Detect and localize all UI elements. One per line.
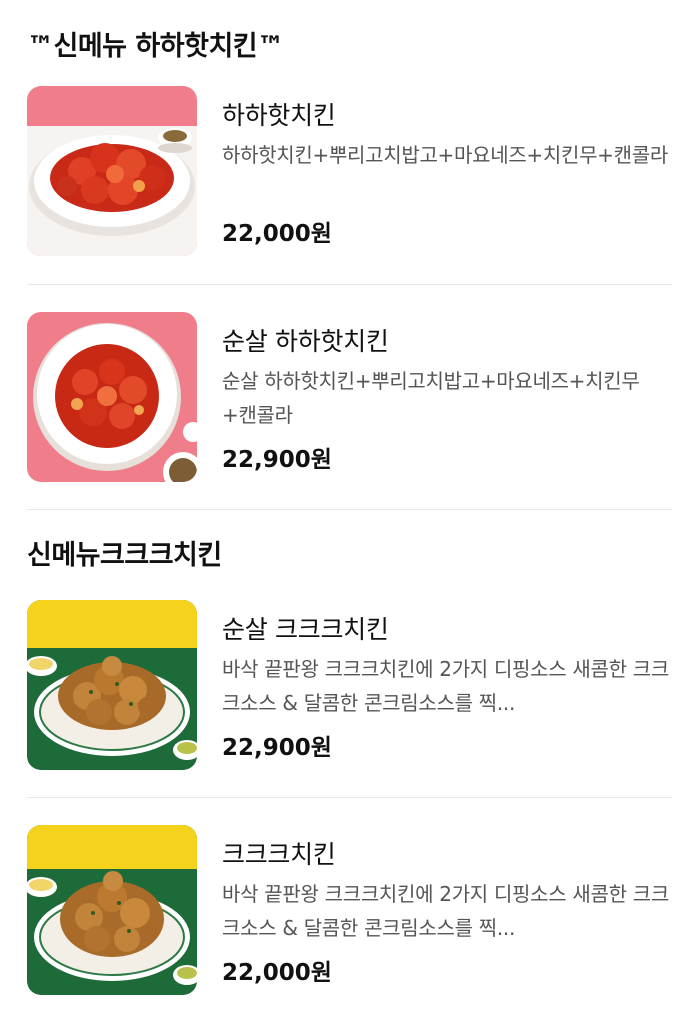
menu-item-description: 순살 하하핫치킨+뿌리고치밥고+마요네즈+치킨무+캔콜라 xyxy=(222,369,640,427)
menu-item-kkk-chicken[interactable]: 크크크치킨 바삭 끝판왕 크크크치킨에 2가지 디핑소스 새콤한 크크크소스 &… xyxy=(0,825,700,995)
menu-item-price: 22,900원 xyxy=(222,447,332,473)
divider xyxy=(27,284,672,285)
menu-item-name: 순살 크크크치킨 xyxy=(222,615,389,644)
menu-item-hahahat-chicken[interactable]: 하하핫치킨 하하핫치킨+뿌리고치밥고+마요네즈+치킨무+캔콜라 22,000원 xyxy=(0,86,700,256)
menu-item-description: 하하핫치킨+뿌리고치밥고+마요네즈+치킨무+캔콜라 xyxy=(222,143,668,167)
menu-item-price: 22,900원 xyxy=(222,735,332,761)
boneless-crispy-chicken-plate-icon xyxy=(27,600,197,770)
menu-item-price: 22,000원 xyxy=(222,960,332,986)
menu-item-name: 순살 하하핫치킨 xyxy=(222,327,389,356)
crispy-chicken-plate-icon xyxy=(27,825,197,995)
divider xyxy=(27,797,672,798)
section-title-hahahat: ™신메뉴 하하핫치킨™ xyxy=(27,31,284,62)
spicy-chicken-plate-icon xyxy=(27,86,197,256)
menu-item-boneless-hahahat-chicken[interactable]: 순살 하하핫치킨 순살 하하핫치킨+뿌리고치밥고+마요네즈+치킨무+캔콜라 22… xyxy=(0,312,700,482)
menu-item-name: 크크크치킨 xyxy=(222,840,336,869)
boneless-spicy-chicken-plate-icon xyxy=(27,312,197,482)
menu-item-description: 바삭 끝판왕 크크크치킨에 2가지 디핑소스 새콤한 크크크소스 & 달콤한 콘… xyxy=(222,882,669,940)
menu-item-name: 하하핫치킨 xyxy=(222,101,336,130)
menu-item-description: 바삭 끝판왕 크크크치킨에 2가지 디핑소스 새콤한 크크크소스 & 달콤한 콘… xyxy=(222,657,669,715)
menu-item-price: 22,000원 xyxy=(222,221,332,247)
menu-item-boneless-kkk-chicken[interactable]: 순살 크크크치킨 바삭 끝판왕 크크크치킨에 2가지 디핑소스 새콤한 크크크소… xyxy=(0,600,700,770)
divider xyxy=(27,509,672,510)
section-title-kkk: 신메뉴크크크치킨 xyxy=(27,540,222,571)
